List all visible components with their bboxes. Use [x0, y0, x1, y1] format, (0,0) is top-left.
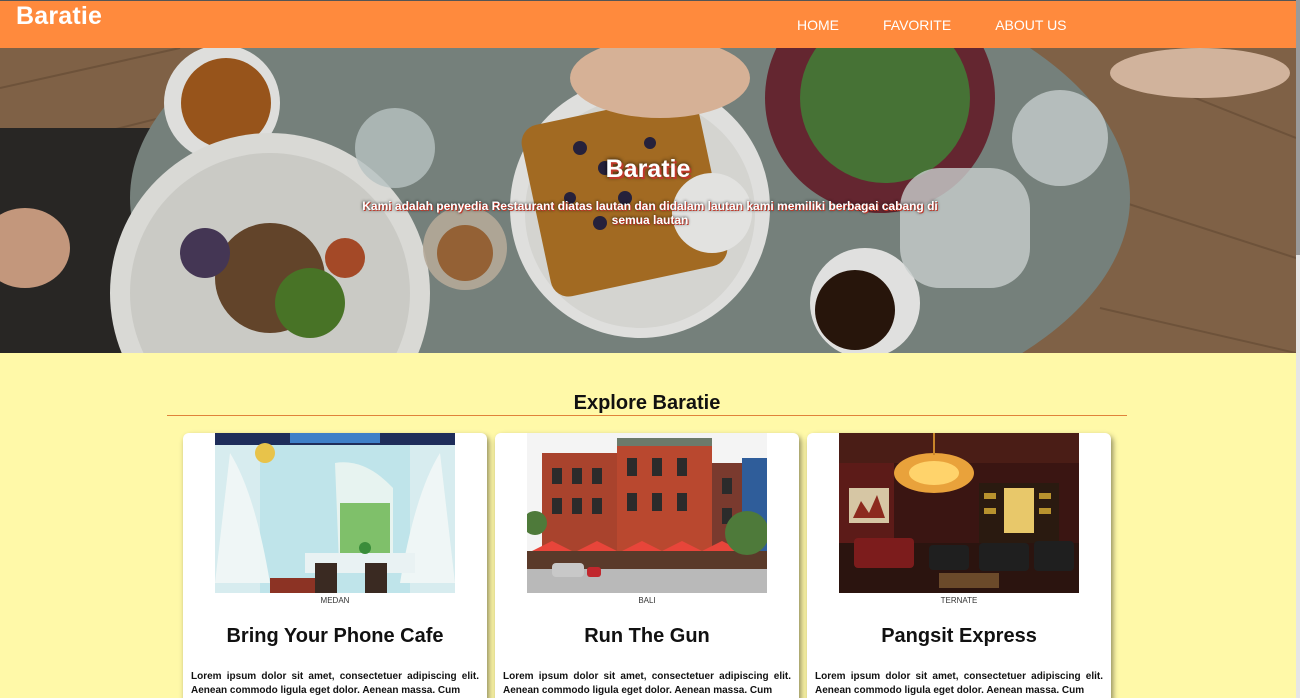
nav-home-link[interactable]: HOME: [797, 17, 839, 33]
hero-subtitle: Kami adalah penyedia Restaurant diatas l…: [362, 199, 938, 227]
card-location: TERNATE: [940, 596, 978, 605]
nav-links: HOME FAVORITE ABOUT US: [797, 17, 1067, 33]
card-title[interactable]: Pangsit Express: [807, 625, 1111, 648]
section-divider: [167, 415, 1127, 416]
card-description: Lorem ipsum dolor sit amet, consectetuer…: [191, 671, 479, 696]
restaurant-card[interactable]: TERNATE Pangsit Express Lorem ipsum dolo…: [807, 433, 1111, 698]
card-location: BALI: [638, 596, 656, 605]
street-building-image: [527, 433, 767, 593]
scrollbar-thumb[interactable]: [1296, 0, 1300, 255]
top-navbar: Baratie HOME FAVORITE ABOUT US: [0, 0, 1296, 48]
card-description: Lorem ipsum dolor sit amet, consectetuer…: [815, 671, 1103, 696]
restaurant-card[interactable]: MEDAN Bring Your Phone Cafe Lorem ipsum …: [183, 433, 487, 698]
restaurant-card[interactable]: BALI Run The Gun Lorem ipsum dolor sit a…: [495, 433, 799, 698]
lounge-interior-image: [839, 433, 1079, 593]
page-scrollbar[interactable]: [1296, 0, 1300, 698]
hero-title: Baratie: [605, 155, 691, 183]
card-location: MEDAN: [320, 596, 350, 605]
card-description: Lorem ipsum dolor sit amet, consectetuer…: [503, 671, 791, 696]
cafe-interior-image: [215, 433, 455, 593]
nav-about-link[interactable]: ABOUT US: [995, 17, 1066, 33]
explore-title: Explore Baratie: [573, 392, 721, 414]
nav-favorite-link[interactable]: FAVORITE: [883, 17, 951, 33]
brand-logo[interactable]: Baratie: [16, 2, 102, 31]
card-title[interactable]: Bring Your Phone Cafe: [183, 625, 487, 648]
card-title[interactable]: Run The Gun: [495, 625, 799, 648]
hero-banner: Baratie Kami adalah penyedia Restaurant …: [0, 48, 1296, 353]
